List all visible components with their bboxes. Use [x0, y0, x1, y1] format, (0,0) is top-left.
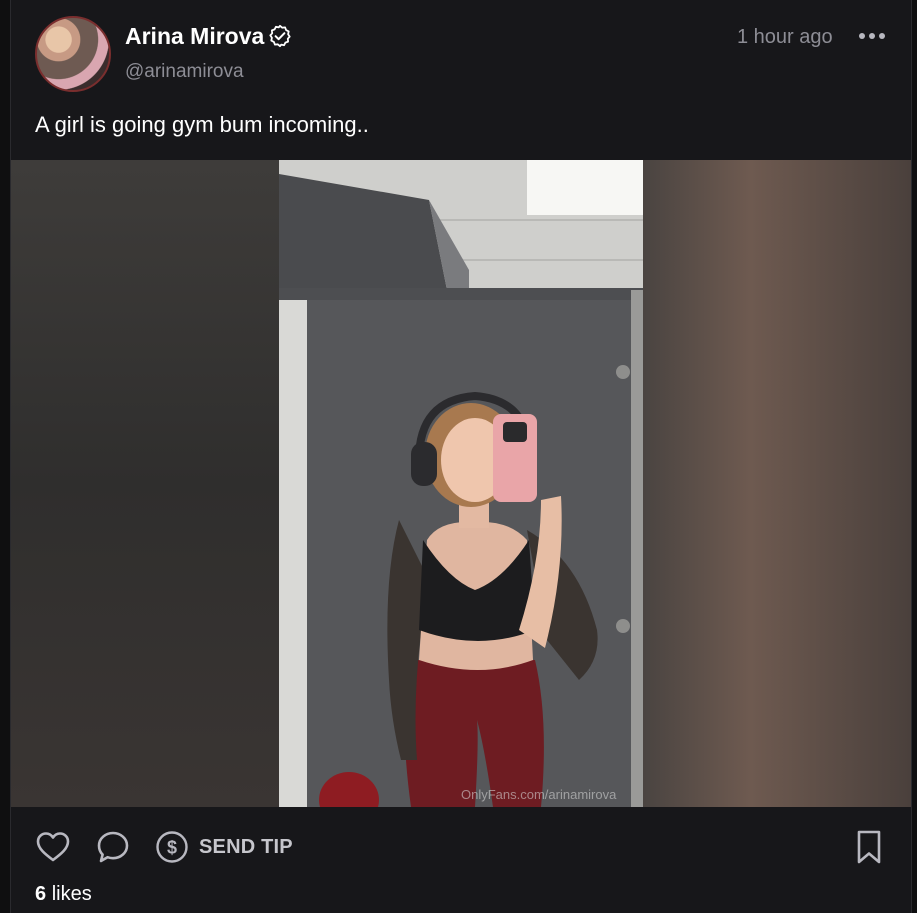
media-watermark: OnlyFans.com/arinamirova: [461, 787, 617, 802]
svg-text:$: $: [167, 838, 177, 858]
heart-icon[interactable]: [35, 829, 71, 865]
bookmark-icon[interactable]: [853, 829, 885, 865]
mirror-selfie-illustration: [279, 160, 643, 807]
more-options-icon[interactable]: [857, 26, 887, 46]
post-card: Arina Mirova @arinamirova 1 hour ago A g…: [10, 0, 912, 913]
page: Arina Mirova @arinamirova 1 hour ago A g…: [0, 0, 917, 913]
likes-count[interactable]: 6 likes: [35, 881, 92, 907]
author-name[interactable]: Arina Mirova: [125, 22, 264, 50]
media-blur-background-left: [11, 160, 279, 807]
author-handle[interactable]: @arinamirova: [125, 60, 244, 84]
media-blur-background-right: [643, 160, 911, 807]
send-tip-button[interactable]: $ SEND TIP: [155, 829, 293, 865]
post-media: OnlyFans.com/arinamirova: [11, 160, 911, 807]
post-photo[interactable]: OnlyFans.com/arinamirova: [279, 160, 643, 807]
dollar-circle-icon: $: [156, 831, 188, 863]
avatar[interactable]: [35, 16, 111, 92]
post-caption: A girl is going gym bum incoming..: [35, 112, 369, 137]
likes-label: likes: [51, 883, 92, 905]
send-tip-label: SEND TIP: [199, 835, 293, 858]
verified-badge-icon: [269, 24, 291, 48]
likes-number: 6: [35, 883, 47, 905]
post-timestamp[interactable]: 1 hour ago: [737, 24, 833, 50]
speech-bubble-icon[interactable]: [95, 829, 131, 865]
